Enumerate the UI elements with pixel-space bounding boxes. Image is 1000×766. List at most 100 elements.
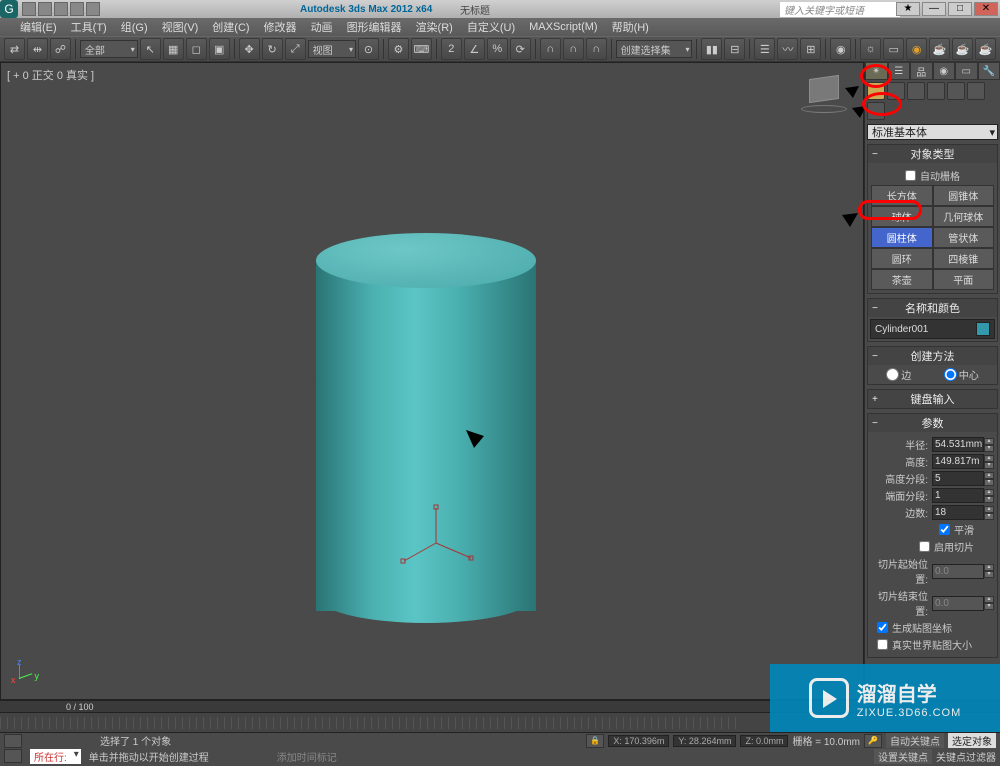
obj-teapot[interactable]: 茶壶 <box>871 269 933 290</box>
height-segs-input[interactable]: 5 <box>932 471 984 486</box>
macro-icon[interactable] <box>4 749 22 763</box>
qat-icon[interactable] <box>70 2 84 16</box>
menu-tools[interactable]: 工具(T) <box>71 19 107 35</box>
app-logo[interactable]: G <box>0 0 18 18</box>
snap-percent-icon[interactable]: % <box>487 38 508 60</box>
tab-utilities[interactable]: 🔧 <box>978 62 1000 80</box>
magnet-icon[interactable]: ∩ <box>540 38 561 60</box>
tab-display[interactable]: ▭ <box>955 62 978 80</box>
scale-icon[interactable]: ⤢ <box>285 38 306 60</box>
render-setup-icon[interactable]: ☼ <box>860 38 881 60</box>
creation-method-header[interactable]: −创建方法 <box>868 347 997 365</box>
sel-set-combo[interactable]: 选定对象 <box>948 733 996 748</box>
magnet3-icon[interactable]: ∩ <box>586 38 607 60</box>
category-dropdown[interactable]: 标准基本体 <box>867 124 998 140</box>
qat-icon[interactable] <box>54 2 68 16</box>
magnet2-icon[interactable]: ∩ <box>563 38 584 60</box>
obj-cone[interactable]: 圆锥体 <box>933 185 995 206</box>
teapot3-icon[interactable]: ☕ <box>975 38 996 60</box>
gen-uv-checkbox[interactable] <box>877 622 888 633</box>
tab-motion[interactable]: ◉ <box>933 62 956 80</box>
viewport-container[interactable]: [ + 0 正交 0 真实 ] zyx <box>0 62 864 700</box>
object-type-header[interactable]: −对象类型 <box>868 145 997 163</box>
menu-edit[interactable]: 编辑(E) <box>20 19 57 35</box>
curve-editor-icon[interactable]: 〰 <box>777 38 798 60</box>
menu-group[interactable]: 组(G) <box>121 19 148 35</box>
unlink-icon[interactable]: ⇹ <box>27 38 48 60</box>
select-icon[interactable]: ↖ <box>140 38 161 60</box>
key-icon[interactable]: 🔑 <box>864 734 882 748</box>
minimize-button[interactable]: — <box>922 2 946 16</box>
bind-icon[interactable]: ☍ <box>50 38 71 60</box>
helpers-icon[interactable] <box>947 82 965 100</box>
select-name-icon[interactable]: ▦ <box>163 38 184 60</box>
keyboard-icon[interactable]: ⌨ <box>411 38 432 60</box>
help-search[interactable]: 键入关键字或短语 <box>780 2 900 17</box>
lock-icon[interactable]: 🔒 <box>586 734 604 748</box>
script-listener-icon[interactable] <box>4 734 22 748</box>
obj-geosphere[interactable]: 几何球体 <box>933 206 995 227</box>
menu-help[interactable]: 帮助(H) <box>612 19 649 35</box>
height-input[interactable]: 149.817m <box>932 454 984 469</box>
color-swatch[interactable] <box>976 322 990 336</box>
key-filters[interactable]: 关键点过滤器 <box>936 749 996 764</box>
z-coord[interactable]: Z: 0.0mm <box>740 735 788 747</box>
radio-edge[interactable]: 边 <box>886 367 911 382</box>
obj-torus[interactable]: 圆环 <box>871 248 933 269</box>
cameras-icon[interactable] <box>927 82 945 100</box>
menu-animation[interactable]: 动画 <box>311 19 333 35</box>
infocenter-icon[interactable]: ★ <box>896 2 920 16</box>
name-color-header[interactable]: −名称和颜色 <box>868 299 997 317</box>
obj-tube[interactable]: 管状体 <box>933 227 995 248</box>
layers-icon[interactable]: ☰ <box>754 38 775 60</box>
auto-grid-checkbox[interactable]: 自动栅格 <box>871 168 994 183</box>
qat-icon[interactable] <box>86 2 100 16</box>
menu-create[interactable]: 创建(C) <box>212 19 249 35</box>
viewport-label[interactable]: [ + 0 正交 0 真实 ] <box>7 67 94 83</box>
maximize-button[interactable]: □ <box>948 2 972 16</box>
obj-pyramid[interactable]: 四棱锥 <box>933 248 995 269</box>
menu-view[interactable]: 视图(V) <box>162 19 199 35</box>
radio-center[interactable]: 中心 <box>944 367 979 382</box>
keyboard-entry-header[interactable]: +键盘输入 <box>868 390 997 408</box>
rotate-icon[interactable]: ↻ <box>262 38 283 60</box>
manipulate-icon[interactable]: ⚙ <box>388 38 409 60</box>
render-icon[interactable]: ◉ <box>906 38 927 60</box>
sides-input[interactable]: 18 <box>932 505 984 520</box>
spinner-snap-icon[interactable]: ⟳ <box>510 38 531 60</box>
mirror-icon[interactable]: ▮▮ <box>701 38 722 60</box>
schematic-icon[interactable]: ⊞ <box>800 38 821 60</box>
spacewarps-icon[interactable] <box>967 82 985 100</box>
menu-customize[interactable]: 自定义(U) <box>467 19 515 35</box>
current-row-dropdown[interactable]: 所在行: <box>30 749 81 764</box>
menu-graph-editors[interactable]: 图形编辑器 <box>347 19 402 35</box>
pivot-icon[interactable]: ⊙ <box>358 38 379 60</box>
material-icon[interactable]: ◉ <box>830 38 851 60</box>
real-world-checkbox[interactable] <box>877 639 888 650</box>
set-key-button[interactable]: 设置关键点 <box>874 749 932 764</box>
cap-segs-input[interactable]: 1 <box>932 488 984 503</box>
render-frame-icon[interactable]: ▭ <box>883 38 904 60</box>
teapot-icon[interactable]: ☕ <box>929 38 950 60</box>
named-selection[interactable]: 创建选择集 <box>616 40 693 58</box>
obj-cylinder[interactable]: 圆柱体 <box>871 227 933 248</box>
selection-filter[interactable]: 全部 <box>80 40 138 58</box>
auto-key-button[interactable]: 自动关键点 <box>886 733 944 748</box>
tab-hierarchy[interactable]: 品 <box>910 62 933 80</box>
menu-modifiers[interactable]: 修改器 <box>264 19 297 35</box>
smooth-checkbox[interactable] <box>939 524 950 535</box>
ref-coord-system[interactable]: 视图 <box>308 40 356 58</box>
qat-icon[interactable] <box>22 2 36 16</box>
menu-maxscript[interactable]: MAXScript(M) <box>529 21 597 33</box>
menu-rendering[interactable]: 渲染(R) <box>416 19 453 35</box>
slice-on-checkbox[interactable] <box>919 541 930 552</box>
radius-input[interactable]: 54.531mm <box>932 437 984 452</box>
x-coord[interactable]: X: 170.396m <box>608 735 669 747</box>
viewport-perspective[interactable]: zyx <box>1 63 863 699</box>
teapot2-icon[interactable]: ☕ <box>952 38 973 60</box>
qat-icon[interactable] <box>38 2 52 16</box>
align-icon[interactable]: ⊟ <box>724 38 745 60</box>
object-name-input[interactable]: Cylinder001 <box>870 319 995 339</box>
move-icon[interactable]: ✥ <box>239 38 260 60</box>
parameters-header[interactable]: −参数 <box>868 414 997 432</box>
